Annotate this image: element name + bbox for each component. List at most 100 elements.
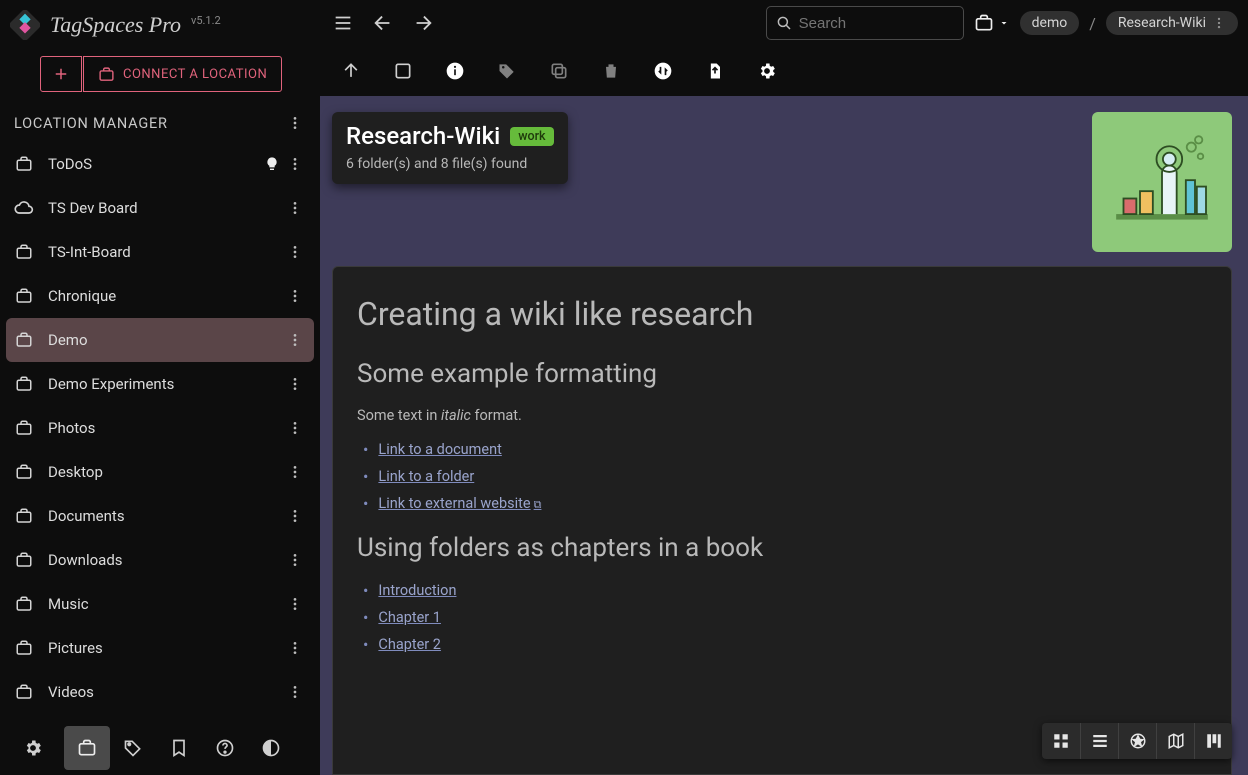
bookmarks-tab-button[interactable] (156, 726, 202, 770)
app-logo-icon (10, 10, 40, 40)
doc-link[interactable]: Link to a document (378, 441, 501, 458)
folder-settings-button[interactable] (754, 58, 780, 84)
folder-tag[interactable]: work (510, 127, 553, 146)
sidebar: TagSpaces Pro v5.1.2 CONNECT A LOCATION … (0, 0, 320, 775)
chapter-list: Introduction Chapter 1 Chapter 2 (357, 581, 1207, 654)
connect-location-button[interactable]: CONNECT A LOCATION (83, 56, 282, 92)
external-icon: ⧉ (534, 498, 542, 511)
sidebar-item-desktop[interactable]: Desktop (0, 450, 320, 494)
search-input[interactable] (799, 15, 955, 32)
sidebar-item-menu[interactable] (284, 637, 306, 659)
grid-view-button[interactable] (1042, 723, 1080, 759)
sidebar-item-demo-experiments[interactable]: Demo Experiments (0, 362, 320, 406)
sidebar-item-menu[interactable] (284, 593, 306, 615)
sidebar-item-photos[interactable]: Photos (0, 406, 320, 450)
breadcrumb-current[interactable]: Research-Wiki (1106, 11, 1238, 35)
sidebar-item-videos[interactable]: Videos (0, 670, 320, 714)
sidebar-item-menu[interactable] (284, 285, 306, 307)
settings-button[interactable] (10, 726, 56, 770)
list-item: Introduction (363, 581, 1207, 600)
sidebar-item-demo[interactable]: Demo (6, 318, 314, 362)
sidebar-item-label: Downloads (48, 551, 270, 569)
sidebar-item-ts-int-board[interactable]: TS-Int-Board (0, 230, 320, 274)
forward-button[interactable] (410, 10, 436, 36)
content-paragraph: Some text in italic format. (357, 407, 1207, 424)
breadcrumb-root[interactable]: demo (1020, 11, 1080, 35)
main-area: demo / Research-Wiki Research-Wiki (320, 0, 1248, 775)
sidebar-item-todos[interactable]: ToDoS (0, 142, 320, 186)
para-pre: Some text in (357, 407, 441, 424)
copy-button[interactable] (546, 58, 572, 84)
folder-link[interactable]: Link to a folder (378, 468, 474, 485)
folder-header-card: Research-Wiki work 6 folder(s) and 8 fil… (332, 112, 568, 184)
gallery-view-button[interactable] (1118, 723, 1156, 759)
chevron-more-icon (1212, 16, 1226, 30)
sidebar-item-label: Pictures (48, 639, 270, 657)
back-button[interactable] (370, 10, 396, 36)
breadcrumb-current-label: Research-Wiki (1118, 15, 1206, 31)
app-version: v5.1.2 (191, 14, 221, 27)
sidebar-item-menu[interactable] (284, 197, 306, 219)
highlight-icon (264, 156, 280, 172)
canvas: Research-Wiki work 6 folder(s) and 8 fil… (320, 96, 1248, 775)
folder-thumbnail (1092, 112, 1232, 252)
sidebar-item-pictures[interactable]: Pictures (0, 626, 320, 670)
select-toggle-button[interactable] (390, 58, 416, 84)
add-location-button[interactable] (40, 56, 82, 92)
breadcrumb-separator: / (1089, 14, 1096, 33)
external-link[interactable]: Link to external website ⧉ (378, 495, 541, 512)
app-brand: TagSpaces Pro (50, 12, 181, 38)
sidebar-item-downloads[interactable]: Downloads (0, 538, 320, 582)
chapter-link[interactable]: Introduction (378, 582, 456, 599)
sidebar-item-menu[interactable] (284, 461, 306, 483)
kanban-view-button[interactable] (1194, 723, 1232, 759)
chapter-link[interactable]: Chapter 1 (378, 609, 441, 626)
list-item: Link to external website ⧉ (363, 494, 1207, 513)
go-up-button[interactable] (338, 58, 364, 84)
import-button[interactable] (702, 58, 728, 84)
work-bag-icon (14, 243, 34, 261)
folder-toolbar (320, 46, 1248, 96)
sidebar-item-label: Demo Experiments (48, 375, 270, 393)
sidebar-item-menu[interactable] (284, 681, 306, 703)
list-item: Link to a document (363, 440, 1207, 459)
work-bag-icon (14, 155, 34, 173)
tag-button[interactable] (494, 58, 520, 84)
view-switcher (1042, 723, 1232, 759)
sidebar-item-music[interactable]: Music (0, 582, 320, 626)
sort-button[interactable] (650, 58, 676, 84)
location-manager-header: LOCATION MANAGER (0, 100, 320, 142)
work-bag-icon (14, 507, 34, 525)
theme-toggle-button[interactable] (248, 726, 294, 770)
help-button[interactable] (202, 726, 248, 770)
location-list: ToDoSTS Dev BoardTS-Int-BoardChronique De… (0, 142, 320, 720)
sidebar-item-ts-dev-board[interactable]: TS Dev Board (0, 186, 320, 230)
link-list: Link to a document Link to a folder Link… (357, 440, 1207, 513)
location-selector[interactable] (974, 13, 1010, 33)
sidebar-item-menu[interactable] (284, 153, 306, 175)
tags-tab-button[interactable] (110, 726, 156, 770)
delete-button[interactable] (598, 58, 624, 84)
locations-tab-button[interactable] (64, 726, 110, 770)
map-view-button[interactable] (1156, 723, 1194, 759)
sidebar-item-menu[interactable] (284, 417, 306, 439)
sidebar-item-menu[interactable] (284, 241, 306, 263)
sidebar-item-label: Photos (48, 419, 270, 437)
sidebar-item-documents[interactable]: Documents (0, 494, 320, 538)
sidebar-item-menu[interactable] (284, 329, 306, 351)
sidebar-item-menu[interactable] (284, 549, 306, 571)
chapter-link[interactable]: Chapter 2 (378, 636, 441, 653)
search-box[interactable] (766, 6, 964, 40)
list-view-button[interactable] (1080, 723, 1118, 759)
location-manager-menu[interactable] (284, 112, 306, 134)
external-link-label: Link to external website (378, 495, 530, 512)
sidebar-item-chronique[interactable]: Chronique (0, 274, 320, 318)
top-bar: demo / Research-Wiki (320, 0, 1248, 46)
menu-button[interactable] (330, 10, 356, 36)
sidebar-item-label: Demo (48, 331, 270, 349)
folder-description-panel[interactable]: Creating a wiki like research Some examp… (332, 266, 1232, 775)
sidebar-item-menu[interactable] (284, 505, 306, 527)
sidebar-item-menu[interactable] (284, 373, 306, 395)
properties-button[interactable] (442, 58, 468, 84)
work-bag-icon (14, 595, 34, 613)
